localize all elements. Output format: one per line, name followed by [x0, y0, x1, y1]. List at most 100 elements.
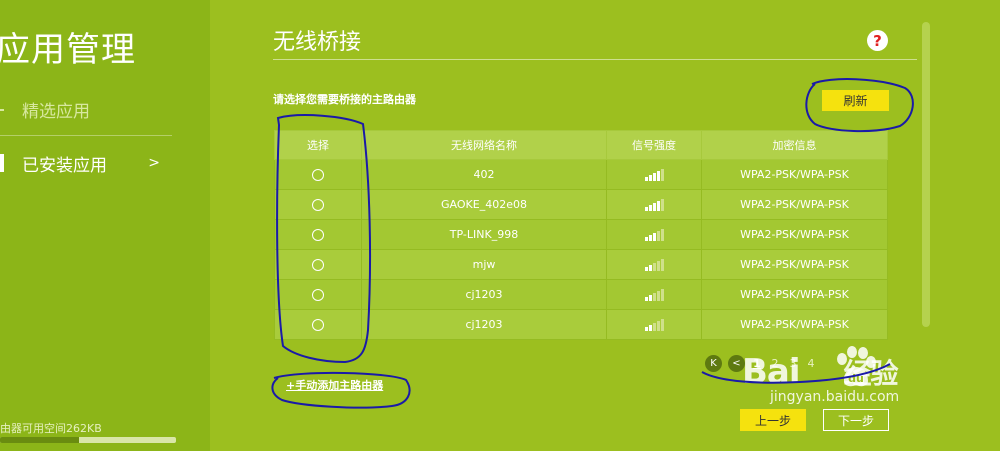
- signal-bar: [660, 289, 664, 301]
- table-row[interactable]: cj1203 WPA2-PSK/WPA-PSK: [274, 309, 888, 340]
- signal-bar: [652, 323, 656, 331]
- signal-strength-icon: [644, 289, 664, 301]
- radio-button[interactable]: [312, 259, 324, 271]
- svg-text:du: du: [848, 372, 864, 385]
- ssid-cell: cj1203: [361, 309, 607, 340]
- security-cell: WPA2-PSK/WPA-PSK: [701, 309, 888, 340]
- storage-progress-bar: [0, 437, 176, 443]
- refresh-button[interactable]: 刷新: [822, 90, 889, 111]
- signal-cell: [606, 219, 702, 250]
- select-cell[interactable]: [274, 279, 362, 310]
- table-row[interactable]: TP-LINK_998 WPA2-PSK/WPA-PSK: [274, 219, 888, 250]
- help-icon[interactable]: ?: [867, 30, 888, 51]
- signal-cell: [606, 249, 702, 280]
- storage-text: 由器可用空间262KB: [0, 422, 102, 435]
- signal-bar: [656, 291, 660, 301]
- security-cell: WPA2-PSK/WPA-PSK: [701, 189, 888, 220]
- signal-bar: [656, 321, 660, 331]
- signal-strength-icon: [644, 169, 664, 181]
- signal-bar: [648, 175, 652, 181]
- table-row[interactable]: cj1203 WPA2-PSK/WPA-PSK: [274, 279, 888, 310]
- signal-bar: [656, 261, 660, 271]
- chevron-right-icon: >: [148, 155, 160, 171]
- radio-button[interactable]: [312, 319, 324, 331]
- storage-progress-fill: [0, 437, 80, 443]
- column-header-ssid: 无线网络名称: [361, 130, 607, 160]
- ssid-cell: GAOKE_402e08: [361, 189, 607, 220]
- network-table: 选择 无线网络名称 信号强度 加密信息 402 WPA2-PSK/WPA-PSK…: [274, 130, 888, 340]
- previous-step-button[interactable]: 上一步: [740, 409, 806, 431]
- signal-bar: [644, 237, 648, 241]
- table-header-row: 选择 无线网络名称 信号强度 加密信息: [274, 130, 888, 160]
- signal-bar: [652, 203, 656, 211]
- ssid-cell: TP-LINK_998: [361, 219, 607, 250]
- signal-bar: [652, 293, 656, 301]
- signal-bar: [648, 235, 652, 241]
- signal-bar: [660, 199, 664, 211]
- signal-cell: [606, 309, 702, 340]
- radio-button[interactable]: [312, 199, 324, 211]
- signal-cell: [606, 279, 702, 310]
- column-header-security: 加密信息: [701, 130, 888, 160]
- select-cell[interactable]: [274, 309, 362, 340]
- baidu-paw-icon: du: [837, 346, 876, 387]
- sidebar-item-installed-apps[interactable]: 已安装应用 >: [0, 137, 172, 189]
- first-page-button[interactable]: K: [705, 355, 722, 372]
- security-cell: WPA2-PSK/WPA-PSK: [701, 219, 888, 250]
- signal-strength-icon: [644, 199, 664, 211]
- ssid-cell: 402: [361, 159, 607, 190]
- ssid-cell: cj1203: [361, 279, 607, 310]
- security-cell: WPA2-PSK/WPA-PSK: [701, 279, 888, 310]
- signal-bar: [644, 177, 648, 181]
- table-row[interactable]: 402 WPA2-PSK/WPA-PSK: [274, 159, 888, 190]
- radio-button[interactable]: [312, 169, 324, 181]
- security-cell: WPA2-PSK/WPA-PSK: [701, 159, 888, 190]
- signal-strength-icon: [644, 229, 664, 241]
- signal-bar: [648, 205, 652, 211]
- security-cell: WPA2-PSK/WPA-PSK: [701, 249, 888, 280]
- signal-bar: [652, 263, 656, 271]
- select-cell[interactable]: [274, 249, 362, 280]
- signal-bar: [660, 259, 664, 271]
- signal-bar: [648, 295, 652, 301]
- scrollbar[interactable]: [922, 22, 930, 327]
- manual-add-router-link[interactable]: +手动添加主路由器: [286, 377, 383, 393]
- app-title: 应用管理: [0, 30, 136, 70]
- signal-bar: [648, 325, 652, 331]
- select-cell[interactable]: [274, 189, 362, 220]
- page-title: 无线桥接: [273, 30, 362, 55]
- signal-cell: [606, 189, 702, 220]
- signal-bar: [644, 267, 648, 271]
- signal-strength-icon: [644, 259, 664, 271]
- instruction-text: 请选择您需要桥接的主路由器: [273, 93, 416, 106]
- table-row[interactable]: GAOKE_402e08 WPA2-PSK/WPA-PSK: [274, 189, 888, 220]
- signal-bar: [644, 327, 648, 331]
- radio-button[interactable]: [312, 289, 324, 301]
- radio-button[interactable]: [312, 229, 324, 241]
- signal-bar: [644, 207, 648, 211]
- table-row[interactable]: mjw WPA2-PSK/WPA-PSK: [274, 249, 888, 280]
- signal-bar: [652, 233, 656, 241]
- signal-bar: [656, 171, 660, 181]
- ssid-cell: mjw: [361, 249, 607, 280]
- select-cell[interactable]: [274, 159, 362, 190]
- sidebar-item-label: 已安装应用: [22, 155, 107, 176]
- signal-cell: [606, 159, 702, 190]
- column-header-select: 选择: [274, 130, 362, 160]
- sidebar: 应用管理 精选应用 已安装应用 > 由器可用空间262KB: [0, 0, 210, 451]
- divider: [273, 59, 917, 60]
- signal-bar: [656, 201, 660, 211]
- column-header-signal: 信号强度: [606, 130, 702, 160]
- watermark-url: jingyan.baidu.com: [770, 389, 900, 405]
- signal-bar: [644, 297, 648, 301]
- select-cell[interactable]: [274, 219, 362, 250]
- next-step-button[interactable]: 下一步: [823, 409, 889, 431]
- signal-strength-icon: [644, 319, 664, 331]
- nav-marker: [0, 154, 4, 172]
- signal-bar: [652, 173, 656, 181]
- signal-bar: [660, 169, 664, 181]
- signal-bar: [656, 231, 660, 241]
- signal-bar: [648, 265, 652, 271]
- sidebar-item-featured-apps[interactable]: 精选应用: [0, 84, 172, 136]
- nav-marker: [0, 108, 4, 111]
